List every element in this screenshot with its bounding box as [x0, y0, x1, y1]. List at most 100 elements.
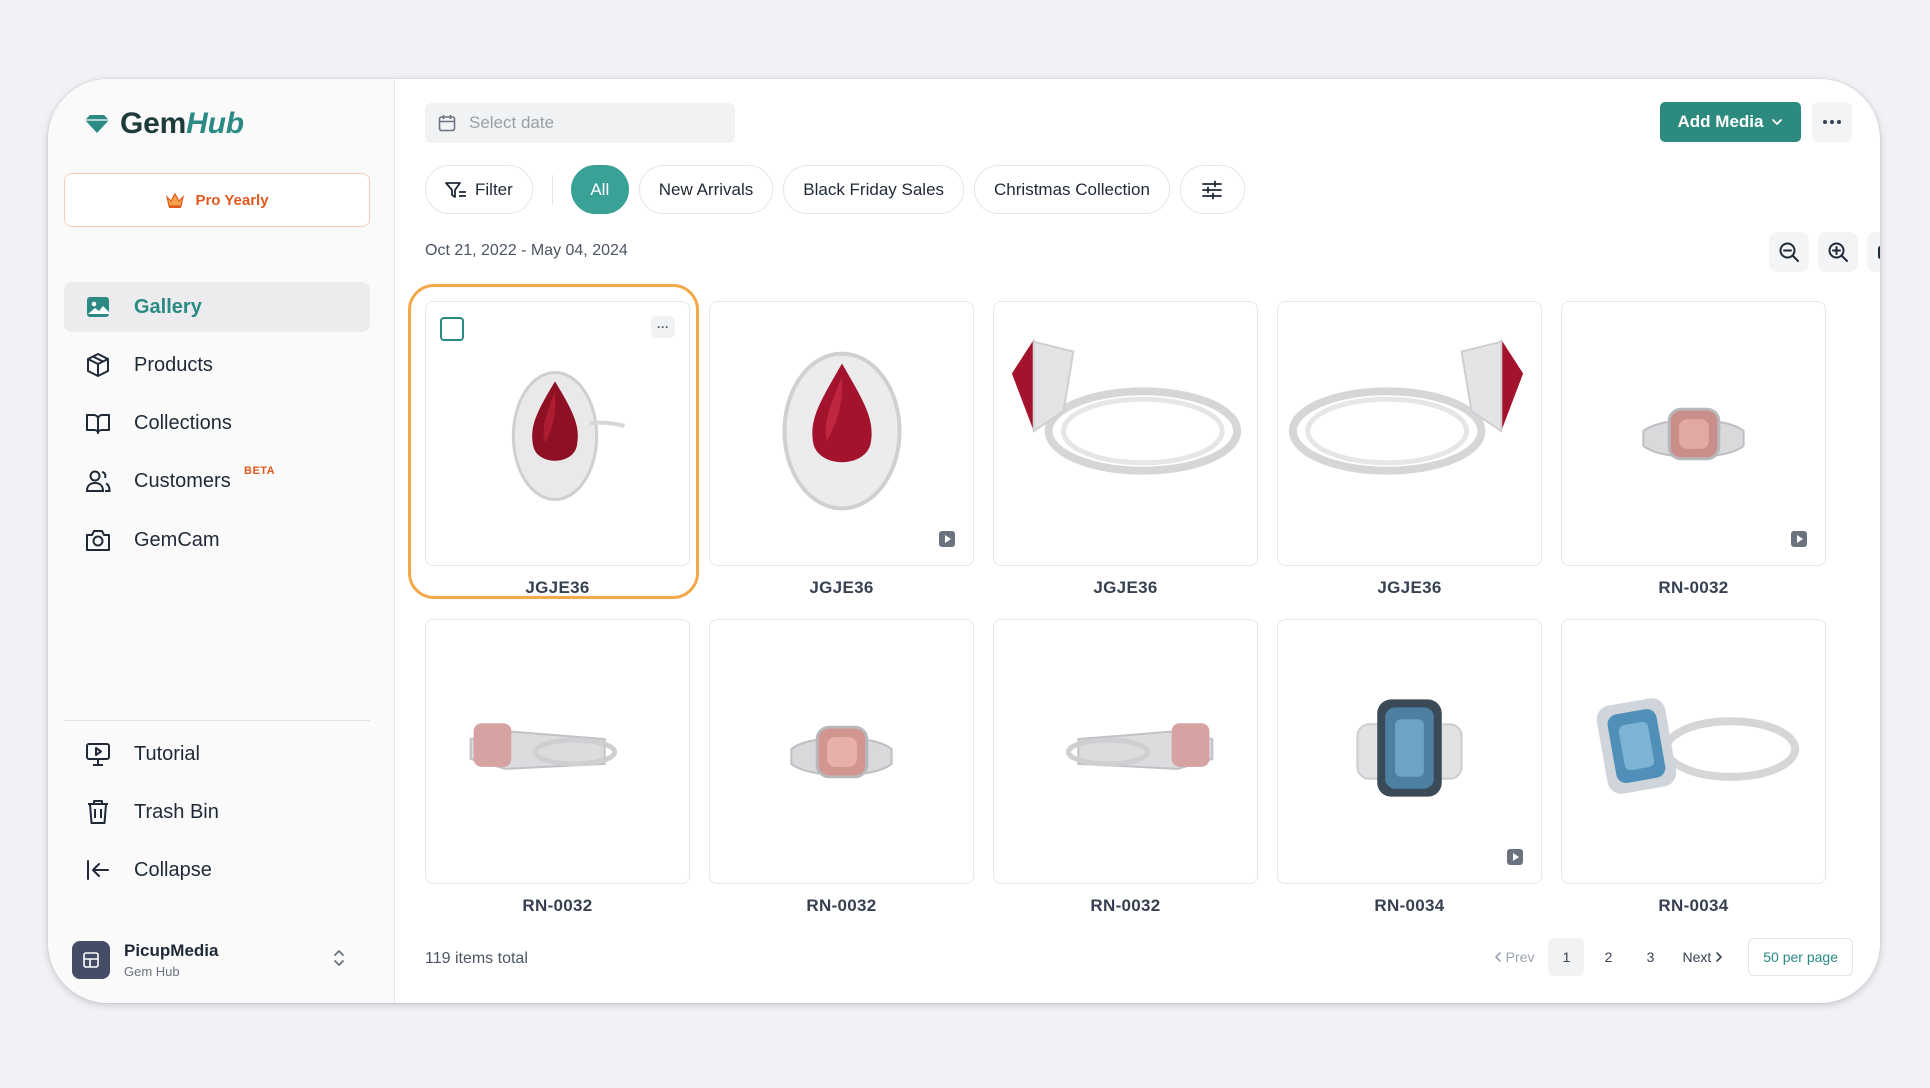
media-label: JGJE36: [1377, 578, 1442, 597]
media-card[interactable]: RN-0032: [1561, 301, 1826, 598]
media-label: RN-0034: [1374, 896, 1445, 915]
media-label: RN-0032: [806, 896, 877, 915]
pink-ring-side-image: [469, 723, 618, 770]
media-card[interactable]: RN-0034: [1561, 619, 1826, 916]
media-label: RN-0034: [1658, 896, 1729, 915]
media-card[interactable]: RN-0034: [1277, 619, 1542, 916]
sidebar-item-customers[interactable]: Customers BETA: [64, 456, 370, 506]
prev-page-button[interactable]: Prev: [1485, 938, 1543, 976]
media-card[interactable]: RN-0032: [425, 619, 690, 916]
pink-cushion-ring-image: [790, 725, 893, 779]
app-window: GemHub Pro Yearly Gallery Products Colle…: [48, 79, 1880, 1003]
chip-black-friday-sales[interactable]: Black Friday Sales: [783, 165, 965, 214]
media-thumbnail[interactable]: [1277, 619, 1542, 884]
chip-all[interactable]: All: [570, 165, 629, 214]
page-3-button[interactable]: 3: [1632, 938, 1668, 976]
per-page-select[interactable]: 50 per page: [1748, 938, 1853, 976]
chevron-left-icon: [1494, 952, 1501, 962]
account-switcher[interactable]: PicupMedia Gem Hub: [72, 935, 362, 985]
gem-logo-icon: [85, 115, 109, 133]
video-badge-icon: [1507, 849, 1523, 865]
sidebar-item-gallery[interactable]: Gallery: [64, 282, 370, 332]
sliders-icon: [1202, 180, 1223, 199]
store-icon: [83, 952, 99, 968]
media-card[interactable]: JGJE36: [709, 301, 974, 598]
account-avatar: [72, 941, 110, 979]
ruby-ring-side-image: [1011, 339, 1242, 475]
sidebar-item-gemcam[interactable]: GemCam: [64, 515, 370, 565]
media-thumbnail[interactable]: [1277, 301, 1542, 566]
media-card[interactable]: ··· JGJE36: [408, 284, 699, 599]
book-icon: [86, 414, 110, 434]
chip-christmas-collection[interactable]: Christmas Collection: [974, 165, 1170, 214]
media-thumbnail[interactable]: [993, 301, 1258, 566]
box-icon: [87, 353, 109, 377]
pink-ring-side-image: [1065, 723, 1214, 770]
next-page-button[interactable]: Next: [1674, 938, 1732, 976]
filter-button[interactable]: Filter: [425, 165, 533, 214]
account-name: PicupMedia: [124, 941, 219, 960]
page-1-button[interactable]: 1: [1548, 938, 1585, 976]
filter-settings-button[interactable]: [1179, 165, 1245, 214]
sidebar-item-products[interactable]: Products: [64, 340, 370, 390]
media-card[interactable]: RN-0032: [993, 619, 1258, 916]
media-thumbnail[interactable]: [993, 619, 1258, 884]
ruby-pear-ring-image: [782, 351, 902, 511]
card-more-button[interactable]: ···: [651, 316, 675, 338]
video-badge-icon: [1791, 531, 1807, 547]
chevron-up-down-icon[interactable]: [332, 947, 346, 969]
add-media-button[interactable]: Add Media: [1660, 102, 1801, 142]
presentation-icon: [86, 743, 110, 766]
gallery-footer: 119 items total Prev 1 2 3 Next 50 per p…: [395, 925, 1880, 1003]
chevron-down-icon: [1772, 119, 1783, 125]
media-card[interactable]: JGJE36: [993, 301, 1258, 598]
media-card[interactable]: RN-0032: [709, 619, 974, 916]
sidebar-item-tutorial[interactable]: Tutorial: [64, 729, 370, 779]
logo[interactable]: GemHub: [84, 107, 244, 141]
users-icon: [85, 470, 111, 492]
sidebar-divider: [64, 720, 370, 721]
crown-icon: [166, 192, 185, 208]
chip-separator: [551, 174, 553, 205]
select-checkbox[interactable]: [440, 317, 464, 341]
more-options-button[interactable]: [1812, 102, 1852, 142]
media-thumbnail[interactable]: [1561, 619, 1826, 884]
pro-yearly-button[interactable]: Pro Yearly: [64, 173, 370, 227]
media-thumbnail[interactable]: [425, 619, 690, 884]
sidebar: GemHub Pro Yearly Gallery Products Colle…: [48, 79, 395, 1003]
fit-screen-icon: [1878, 246, 1880, 259]
filter-icon: [445, 181, 466, 198]
zoom-out-icon: [1779, 242, 1799, 262]
sidebar-item-trash-bin[interactable]: Trash Bin: [64, 787, 370, 837]
media-label: JGJE36: [809, 578, 874, 597]
chip-new-arrivals[interactable]: New Arrivals: [638, 165, 774, 214]
ruby-ring-side-image: [1288, 339, 1524, 475]
media-label: RN-0032: [1090, 896, 1161, 915]
beta-badge: BETA: [244, 465, 276, 477]
media-thumbnail[interactable]: ···: [425, 301, 690, 566]
media-label: JGJE36: [525, 578, 590, 597]
media-thumbnail[interactable]: [709, 619, 974, 884]
media-thumbnail[interactable]: [1561, 301, 1826, 566]
media-label: RN-0032: [1658, 578, 1729, 597]
trash-icon: [88, 800, 108, 824]
blue-radiant-ring-image: [1356, 699, 1463, 797]
account-subtitle: Gem Hub: [124, 964, 180, 979]
media-thumbnail[interactable]: [709, 301, 974, 566]
pink-cushion-ring-image: [1642, 407, 1745, 461]
date-picker[interactable]: [425, 103, 735, 143]
zoom-out-button[interactable]: [1769, 232, 1809, 272]
sidebar-item-collections[interactable]: Collections: [64, 398, 370, 448]
sidebar-item-collapse[interactable]: Collapse: [64, 845, 370, 895]
media-card[interactable]: JGJE36: [1277, 301, 1542, 598]
fit-view-button[interactable]: [1867, 232, 1880, 272]
date-input[interactable]: [469, 113, 709, 133]
more-horizontal-icon: [1823, 120, 1841, 124]
zoom-in-icon: [1828, 242, 1848, 262]
collapse-icon: [87, 860, 109, 880]
page-2-button[interactable]: 2: [1590, 938, 1626, 976]
items-total: 119 items total: [425, 950, 528, 967]
zoom-in-button[interactable]: [1818, 232, 1858, 272]
date-range-label: Oct 21, 2022 - May 04, 2024: [425, 242, 628, 259]
video-badge-icon: [939, 531, 955, 547]
